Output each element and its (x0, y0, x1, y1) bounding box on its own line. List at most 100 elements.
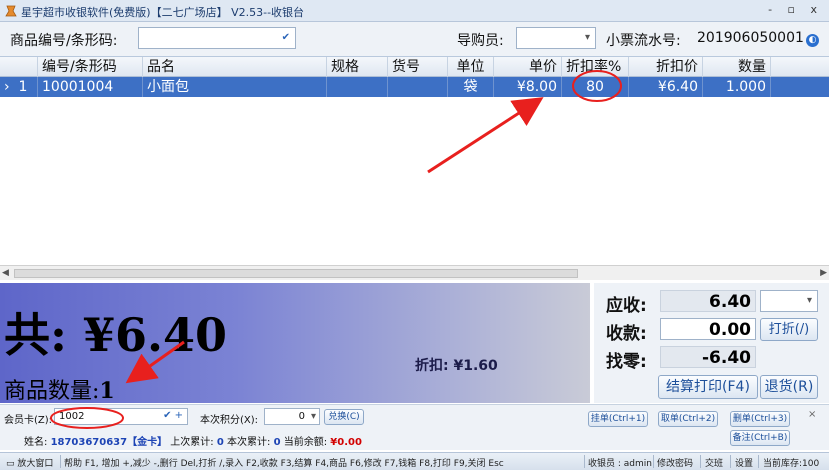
status-bar: ▭ 放大窗口 帮助 F1, 增加 +,减少 -,删行 Del,打折 /,录入 F… (0, 452, 829, 470)
scroll-right-icon[interactable]: ▶ (820, 268, 827, 278)
code-input[interactable]: ✔ (138, 27, 296, 49)
column-header-disc-price[interactable]: 折扣价 (629, 57, 703, 77)
column-header-name[interactable]: 品名 (143, 57, 327, 77)
close-icon[interactable]: × (808, 409, 816, 420)
items-grid: 编号/条形码 品名 规格 货号 单位 单价 折扣率% 折扣价 数量 › 1 10… (0, 56, 829, 280)
chevron-down-icon[interactable]: ▾ (807, 295, 812, 306)
member-card-label: 会员卡(Z): (4, 415, 53, 426)
divider (758, 455, 759, 468)
member-name: 18703670637【金卡】 (50, 437, 168, 448)
discount-amount: 折扣: ¥1.60 (415, 358, 498, 374)
query-row: 商品编号/条形码: ✔ 导购员: ▾ 小票流水号: 201906050001 (0, 22, 829, 56)
table-row[interactable]: › 1 10001004 小面包 袋 ¥8.00 80 ¥6.40 1.000 (0, 77, 829, 97)
cell-sku[interactable] (388, 77, 448, 97)
cell-disc-price[interactable]: ¥6.40 (629, 77, 703, 97)
change-label: 找零: (606, 352, 647, 372)
total-panel: 共: ¥6.40 折扣: ¥1.60 商品数量:1 (0, 283, 590, 405)
cell-spec[interactable] (327, 77, 388, 97)
this-total-label: 本次累计: (227, 437, 271, 448)
receivable-select[interactable]: ▾ (760, 290, 818, 312)
member-card-value: 1002 (59, 411, 85, 422)
change-password-link[interactable]: 修改密码 (657, 456, 693, 469)
hold-order-button[interactable]: 挂单(Ctrl+1) (588, 411, 648, 427)
cell-rate[interactable]: 80 (562, 77, 629, 97)
title-bar: 星宇超市收银软件(免费版)【二七广场店】 V2.53--收银台 - ▫ x (0, 0, 829, 22)
received-input[interactable]: 0.00 (660, 318, 756, 340)
quantity-value: 1 (99, 378, 115, 404)
column-header-unit[interactable]: 单位 (448, 57, 494, 77)
item-quantity: 商品数量:1 (4, 373, 115, 405)
chevron-right-icon: › (4, 79, 10, 95)
member-card-input[interactable]: 1002 ✔ + (54, 408, 188, 425)
cell-unit[interactable]: 袋 (448, 77, 494, 97)
row-indicator: › 1 (0, 77, 38, 97)
grid-header: 编号/条形码 品名 规格 货号 单位 单价 折扣率% 折扣价 数量 (0, 57, 829, 77)
code-label: 商品编号/条形码: (10, 33, 118, 49)
cell-name[interactable]: 小面包 (143, 77, 327, 97)
receivable-label: 应收: (606, 296, 647, 316)
expand-window-button[interactable]: ▭ 放大窗口 (6, 456, 53, 469)
divider (584, 455, 585, 468)
serial-label: 小票流水号: (606, 33, 681, 49)
received-label: 收款: (606, 324, 647, 344)
divider (653, 455, 654, 468)
guide-select[interactable]: ▾ (516, 27, 596, 49)
serial-number: 201906050001 (697, 30, 804, 46)
points-label: 本次积分(X): (200, 415, 259, 426)
cell-price[interactable]: ¥8.00 (494, 77, 562, 97)
shortcut-help: 帮助 F1, 增加 +,减少 -,删行 Del,打折 /,录入 F2,收款 F3… (64, 459, 504, 469)
note-button[interactable]: 备注(Ctrl+B) (730, 430, 790, 446)
row-index: 1 (18, 79, 28, 95)
settle-print-button[interactable]: 结算打印(F4) (658, 375, 758, 399)
chevron-down-icon[interactable]: ✔ + (163, 410, 183, 421)
total-amount: 共: ¥6.40 (4, 308, 228, 362)
window-title: 星宇超市收银软件(免费版)【二七广场店】 V2.53--收银台 (21, 6, 305, 19)
grid-header-indicator (0, 57, 38, 77)
column-header-qty[interactable]: 数量 (703, 57, 771, 77)
expand-window-label: 放大窗口 (17, 459, 54, 469)
cashier-info: 收银员 : admin (588, 459, 652, 469)
member-row: 会员卡(Z): 1002 ✔ + 本次积分(X): 0 ▾ 兑换(C) 姓名: … (0, 404, 829, 450)
this-total-value: 0 (273, 437, 281, 448)
help-icon[interactable]: ◐ (806, 34, 819, 47)
delete-order-button[interactable]: 删单(Ctrl+3) (730, 411, 790, 427)
column-header-rate[interactable]: 折扣率% (562, 57, 629, 77)
settings-link[interactable]: 设置 (735, 456, 753, 469)
shift-link[interactable]: 交班 (705, 456, 723, 469)
payment-panel: 应收: 6.40 ▾ 收款: 0.00 打折(/) 找零: -6.40 结算打印… (594, 283, 829, 403)
pick-order-button[interactable]: 取单(Ctrl+2) (658, 411, 718, 427)
divider (60, 455, 61, 468)
balance-value: ¥0.00 (330, 437, 362, 448)
window-controls[interactable]: - ▫ x (768, 3, 823, 16)
discount-button[interactable]: 打折(/) (760, 318, 818, 341)
app-icon (5, 5, 17, 17)
cell-code[interactable]: 10001004 (38, 77, 143, 97)
scroll-thumb[interactable] (14, 269, 578, 278)
divider (700, 455, 701, 468)
cell-qty[interactable]: 1.000 (703, 77, 771, 97)
last-total-value: 0 (216, 437, 224, 448)
refund-button[interactable]: 退货(R) (760, 375, 818, 399)
receivable-value: 6.40 (660, 290, 756, 312)
scroll-left-icon[interactable]: ◀ (2, 268, 9, 278)
stock-info: 当前库存:100 (763, 459, 820, 469)
points-value: 0 (298, 411, 305, 422)
name-label: 姓名: (24, 437, 48, 448)
chevron-down-icon[interactable]: ▾ (585, 32, 590, 43)
member-info: 姓名: 18703670637【金卡】 上次累计: 0 本次累计: 0 当前余额… (24, 433, 362, 448)
chevron-down-icon[interactable]: ✔ (282, 32, 290, 43)
column-header-code[interactable]: 编号/条形码 (38, 57, 143, 77)
horizontal-scrollbar[interactable]: ◀ ▶ (0, 265, 829, 280)
guide-label: 导购员: (457, 33, 504, 49)
divider (730, 455, 731, 468)
chevron-down-icon[interactable]: ▾ (311, 411, 316, 422)
last-total-label: 上次累计: (170, 437, 214, 448)
redeem-button[interactable]: 兑换(C) (324, 409, 364, 425)
window-icon: ▭ (6, 459, 15, 469)
points-input[interactable]: 0 ▾ (264, 408, 320, 425)
balance-label: 当前余额: (283, 437, 328, 448)
column-header-sku[interactable]: 货号 (388, 57, 448, 77)
column-header-price[interactable]: 单价 (494, 57, 562, 77)
column-header-spec[interactable]: 规格 (327, 57, 388, 77)
change-value: -6.40 (660, 346, 756, 368)
